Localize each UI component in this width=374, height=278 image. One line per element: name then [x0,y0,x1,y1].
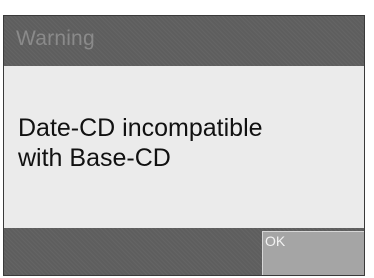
ok-button-label: OK [265,233,286,249]
dialog-title-bar: Warning [4,16,364,66]
message-line-1: Date-CD incompatible [18,114,263,142]
dialog-title: Warning [16,27,95,50]
dialog-button-bar: OK [4,228,364,275]
dialog-message: Date-CD incompatible with Base-CD [18,113,348,173]
screen: Warning Date-CD incompatible with Base-C… [0,0,374,278]
ok-button[interactable]: OK [262,231,364,275]
message-line-2: with Base-CD [18,144,171,172]
warning-dialog: Warning Date-CD incompatible with Base-C… [3,15,365,276]
